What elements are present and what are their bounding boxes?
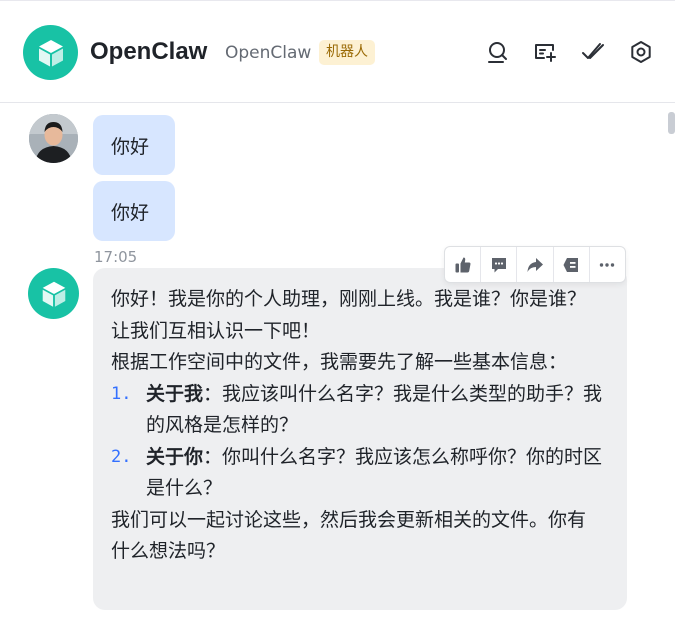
list-item-body: ：我应该叫什么名字？我是什么类型的助手？我的风格是怎样的？ xyxy=(146,382,603,437)
search-icon xyxy=(488,42,507,63)
like-button[interactable] xyxy=(445,247,482,282)
list-item-body: ：你叫什么名字？我应该怎么称呼你？你的时区是什么？ xyxy=(146,445,603,500)
mark-done-icon xyxy=(582,43,604,59)
user-photo xyxy=(29,114,78,163)
new-topic-icon xyxy=(535,44,556,62)
settings-button[interactable] xyxy=(626,37,656,67)
new-topic-button[interactable] xyxy=(530,37,560,67)
thumbs-up-icon xyxy=(455,257,471,272)
chat-header: OpenClaw OpenClaw 机器人 xyxy=(0,0,675,103)
search-button[interactable] xyxy=(482,37,512,67)
cube-logo-icon xyxy=(42,281,65,307)
message-timestamp: 17:05 xyxy=(94,248,138,266)
mark-done-button[interactable] xyxy=(578,37,608,67)
more-button[interactable] xyxy=(590,247,625,282)
user-avatar[interactable] xyxy=(29,114,78,163)
list-item-text: 关于我：我应该叫什么名字？我是什么类型的助手？我的风格是怎样的？ xyxy=(146,379,603,442)
list-item-heading: 关于我 xyxy=(146,382,204,405)
reply-button[interactable] xyxy=(481,247,518,282)
list-item: 2. 关于你：你叫什么名字？我应该怎么称呼你？你的时区是什么？ xyxy=(111,442,603,505)
cube-logo-icon xyxy=(38,39,63,66)
more-icon xyxy=(600,262,615,267)
scrollbar-thumb[interactable] xyxy=(668,112,675,134)
forward-button[interactable] xyxy=(517,247,554,282)
user-message[interactable]: 你好 xyxy=(93,115,175,175)
settings-icon xyxy=(631,41,651,63)
chat-title: OpenClaw xyxy=(90,38,208,65)
bot-message-avatar[interactable] xyxy=(28,268,79,319)
bot-message-text: 你好！我是你的个人助理，刚刚上线。我是谁？你是谁？让我们互相认识一下吧！ xyxy=(111,288,587,342)
window-top-border xyxy=(0,0,675,1)
list-number: 2. xyxy=(111,446,132,467)
bot-message-text: 我们可以一起讨论这些，然后我会更新相关的文件。你有什么想法吗？ xyxy=(111,508,587,563)
user-message[interactable]: 你好 xyxy=(93,181,175,241)
message-action-toolbar xyxy=(444,246,626,283)
bot-message-content: 你好！我是你的个人助理，刚刚上线。我是谁？你是谁？让我们互相认识一下吧！ 根据工… xyxy=(111,284,603,568)
pin-icon xyxy=(563,257,579,272)
bot-badge: 机器人 xyxy=(319,40,375,65)
chat-subtitle: OpenClaw xyxy=(225,43,312,63)
comment-icon xyxy=(491,257,506,272)
bot-avatar[interactable] xyxy=(23,25,78,80)
list-number: 1. xyxy=(111,383,132,404)
bot-message-text: 根据工作空间中的文件，我需要先了解一些基本信息： xyxy=(111,351,568,373)
list-item-heading: 关于你 xyxy=(146,445,204,468)
pin-button[interactable] xyxy=(554,247,590,282)
list-item-text: 关于你：你叫什么名字？我应该怎么称呼你？你的时区是什么？ xyxy=(146,442,603,505)
list-item: 1. 关于我：我应该叫什么名字？我是什么类型的助手？我的风格是怎样的？ xyxy=(111,379,603,442)
forward-icon xyxy=(527,257,543,272)
